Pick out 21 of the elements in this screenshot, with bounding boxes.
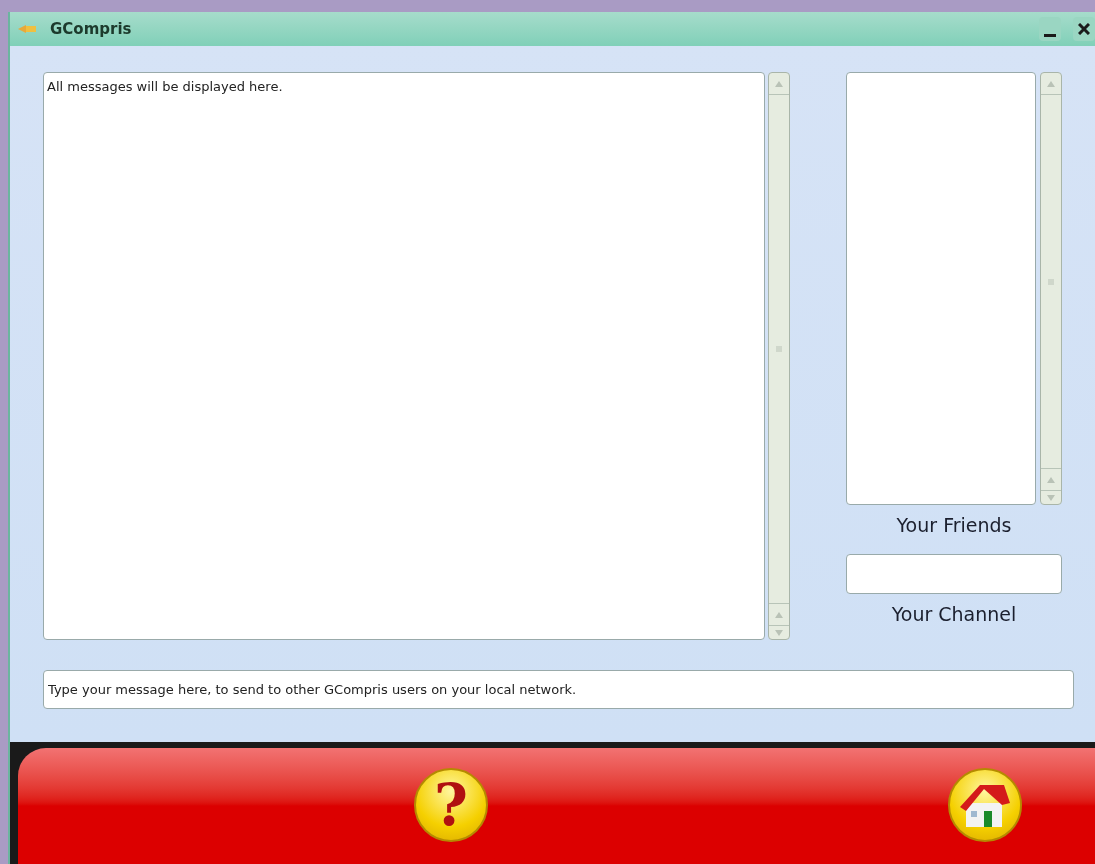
up-arrow-icon[interactable] (1047, 80, 1055, 87)
friends-label: Your Friends (896, 513, 1012, 538)
help-button[interactable]: ? (414, 768, 488, 842)
minimize-icon[interactable] (1044, 34, 1056, 37)
friends-list[interactable] (846, 72, 1036, 505)
messages-area[interactable]: All messages will be displayed here. (43, 72, 765, 640)
app-icon (18, 23, 38, 35)
up-arrow-icon[interactable] (775, 611, 783, 618)
up-arrow-icon[interactable] (775, 80, 783, 87)
window-title: GCompris (50, 18, 132, 40)
close-button[interactable] (1073, 17, 1095, 41)
minimize-button[interactable] (1039, 17, 1061, 41)
close-icon[interactable] (1078, 23, 1090, 35)
scrollbar[interactable] (1040, 72, 1062, 505)
down-arrow-icon[interactable] (1047, 494, 1055, 501)
channel-label: Your Channel (891, 601, 1017, 627)
message-input[interactable]: Type your message here, to send to other GCompris users on your local network. (43, 670, 1074, 709)
up-arrow-icon[interactable] (1047, 476, 1055, 483)
channel-field[interactable] (846, 553, 1062, 594)
scrollbar[interactable] (768, 72, 790, 640)
down-arrow-icon[interactable] (775, 629, 783, 636)
